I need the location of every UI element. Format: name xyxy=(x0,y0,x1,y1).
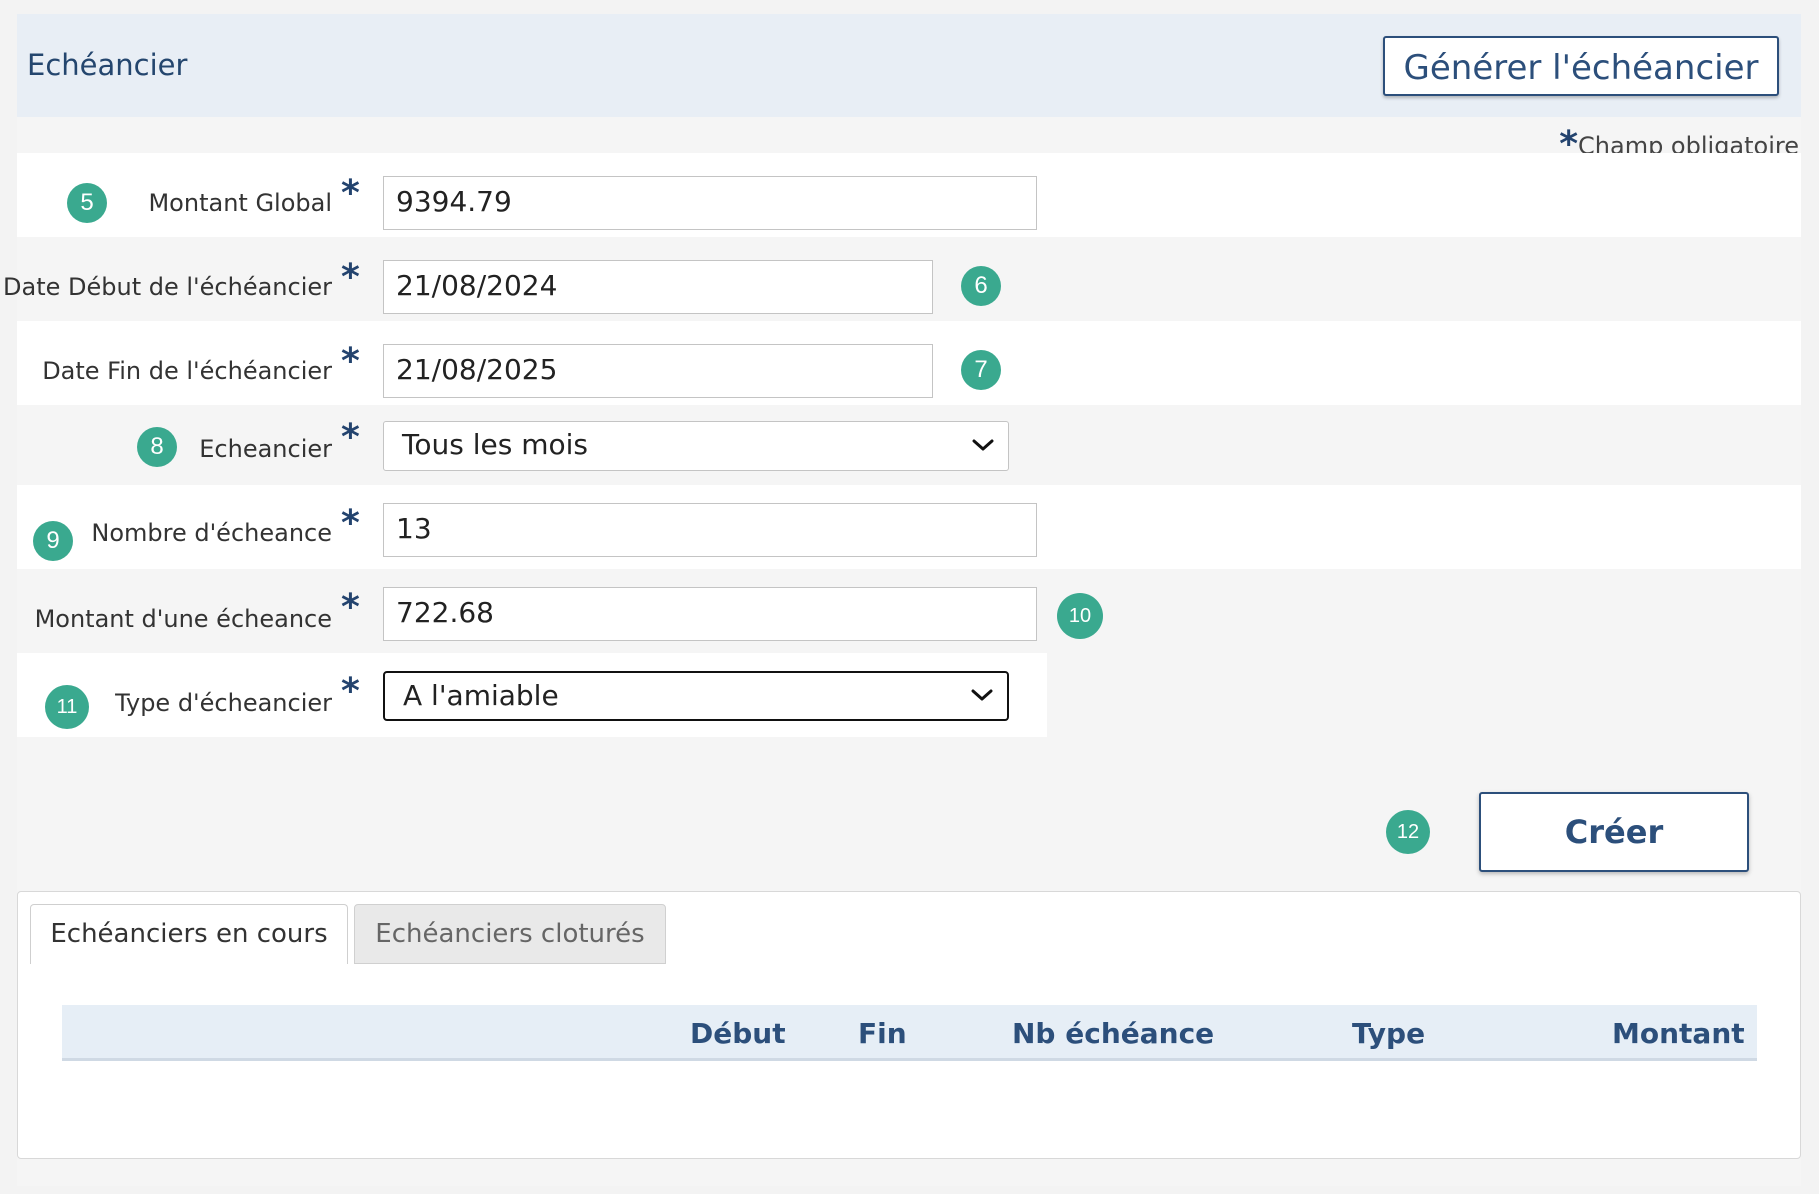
echeancier-panel: Echéancier Générer l'échéancier *Champ o… xyxy=(3,14,1801,1186)
montant-echeance-input[interactable]: 722.68 xyxy=(383,587,1037,641)
step-badge: 10 xyxy=(1057,593,1103,639)
date-debut-label: Date Début de l'échéancier xyxy=(3,273,332,301)
schedules-table-header: Début Fin Nb échéance Type Montant xyxy=(62,1005,1757,1061)
required-star-icon: * xyxy=(341,417,360,458)
column-header-type[interactable]: Type xyxy=(1352,1017,1425,1050)
required-star-icon: * xyxy=(341,257,360,298)
montant-echeance-label: Montant d'une écheance xyxy=(34,605,332,633)
generate-schedule-button[interactable]: Générer l'échéancier xyxy=(1383,36,1779,96)
tab-echeanciers-en-cours[interactable]: Echéanciers en cours xyxy=(30,904,348,964)
column-header-debut[interactable]: Début xyxy=(690,1017,786,1050)
step-badge: 7 xyxy=(961,350,1001,390)
panel-header: Echéancier Générer l'échéancier xyxy=(17,14,1801,117)
chevron-down-icon xyxy=(972,439,994,451)
step-badge: 5 xyxy=(67,183,107,223)
row-date-fin: Date Fin de l'échéancier * 21/08/2025 7 xyxy=(17,321,1801,405)
required-star-icon: * xyxy=(341,587,360,628)
column-header-nb-echeance[interactable]: Nb échéance xyxy=(1012,1017,1214,1050)
date-fin-input[interactable]: 21/08/2025 xyxy=(383,344,933,398)
required-star-icon: * xyxy=(341,341,360,382)
echeancier-label: Echeancier xyxy=(199,435,332,463)
montant-global-input[interactable]: 9394.79 xyxy=(383,176,1037,230)
step-badge: 6 xyxy=(961,266,1001,306)
row-montant-global: 5 Montant Global * 9394.79 xyxy=(17,153,1801,237)
required-star-icon: * xyxy=(341,503,360,544)
column-header-montant[interactable]: Montant xyxy=(1612,1017,1745,1050)
required-star-icon: * xyxy=(341,173,360,214)
required-star-icon: * xyxy=(341,671,360,712)
date-debut-input[interactable]: 21/08/2024 xyxy=(383,260,933,314)
date-fin-label: Date Fin de l'échéancier xyxy=(42,357,332,385)
row-montant-echeance: Montant d'une écheance * 722.68 10 xyxy=(17,569,1801,653)
type-echeancier-label: Type d'écheancier xyxy=(115,689,332,717)
column-header-fin[interactable]: Fin xyxy=(858,1017,907,1050)
echeancier-selected-value: Tous les mois xyxy=(402,428,588,461)
echeancier-select[interactable]: Tous les mois xyxy=(383,421,1009,471)
row-nombre-echeance: 9 Nombre d'écheance * 13 xyxy=(17,485,1801,569)
type-echeancier-selected-value: A l'amiable xyxy=(403,679,559,712)
montant-global-label: Montant Global xyxy=(148,189,332,217)
step-badge: 8 xyxy=(137,427,177,467)
row-type-echeancier: 11 Type d'écheancier * A l'amiable xyxy=(17,653,1047,737)
create-button[interactable]: Créer xyxy=(1479,792,1749,872)
tab-echeanciers-clotures[interactable]: Echéanciers cloturés xyxy=(354,904,666,964)
row-echeancier: 8 Echeancier * Tous les mois xyxy=(17,405,1801,485)
row-date-debut: Date Début de l'échéancier * 21/08/2024 … xyxy=(3,237,1801,321)
schedules-tabs-panel: Echéanciers en cours Echéanciers cloturé… xyxy=(17,891,1801,1159)
step-badge: 9 xyxy=(33,521,73,561)
type-echeancier-select[interactable]: A l'amiable xyxy=(383,671,1009,721)
nombre-echeance-input[interactable]: 13 xyxy=(383,503,1037,557)
step-badge: 12 xyxy=(1386,810,1430,854)
nombre-echeance-label: Nombre d'écheance xyxy=(91,519,332,547)
panel-title: Echéancier xyxy=(27,48,188,82)
chevron-down-icon xyxy=(971,689,993,701)
